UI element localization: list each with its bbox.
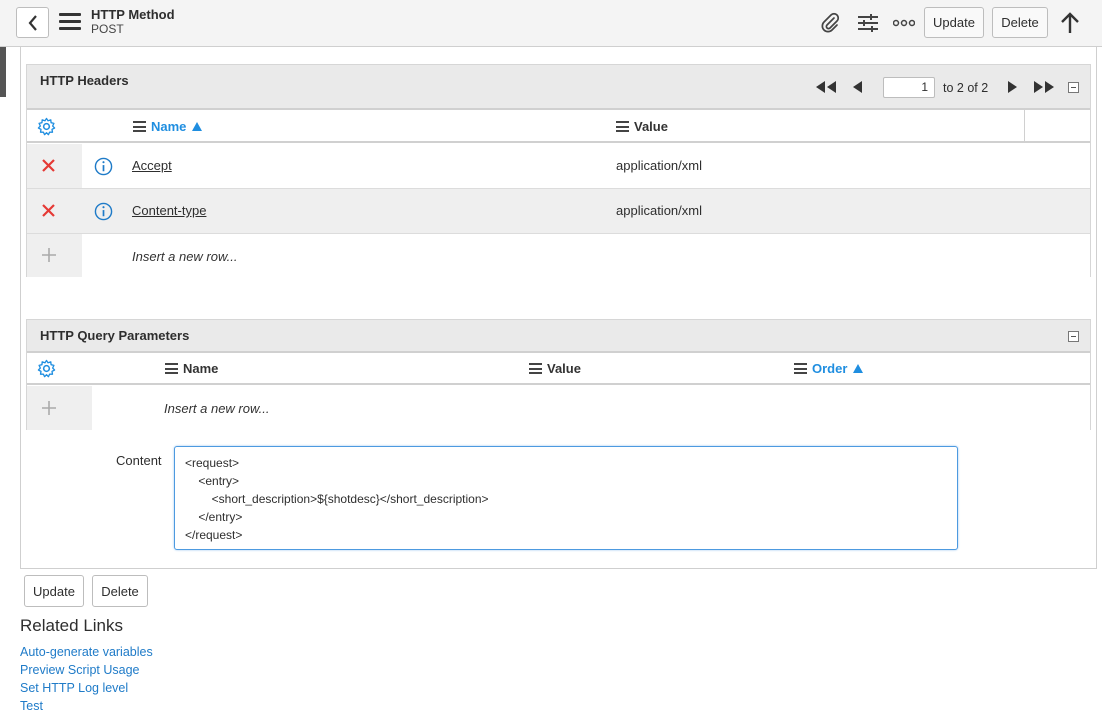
page-number-input[interactable]: 1 bbox=[883, 77, 935, 98]
http-query-parameters-list: HTTP Query Parameters Name Value Order I… bbox=[26, 319, 1091, 430]
http-headers-title: HTTP Headers bbox=[40, 73, 129, 88]
next-page-icon[interactable] bbox=[1007, 80, 1019, 97]
back-button[interactable] bbox=[16, 7, 49, 38]
header-value-cell: application/xml bbox=[616, 203, 702, 218]
related-link-set-http-log-level[interactable]: Set HTTP Log level bbox=[20, 681, 128, 695]
arrow-up-icon[interactable] bbox=[1058, 12, 1082, 34]
pager-range-text: to 2 of 2 bbox=[943, 81, 989, 95]
column-menu-icon[interactable] bbox=[616, 121, 629, 132]
header-name-link[interactable]: Content-type bbox=[132, 203, 206, 218]
query-params-column-row: Name Value Order bbox=[27, 353, 1090, 385]
table-row: Accept application/xml bbox=[27, 144, 1090, 189]
sort-ascending-icon bbox=[853, 364, 864, 373]
column-header-value[interactable]: Value bbox=[616, 119, 668, 134]
info-icon[interactable] bbox=[94, 202, 113, 224]
query-params-title: HTTP Query Parameters bbox=[40, 328, 190, 343]
column-header-name[interactable]: Name bbox=[133, 119, 203, 134]
plus-icon[interactable] bbox=[42, 248, 56, 265]
form-subtitle: POST bbox=[91, 22, 124, 36]
related-link-preview-script-usage[interactable]: Preview Script Usage bbox=[20, 663, 140, 677]
sliders-icon[interactable] bbox=[856, 12, 880, 34]
column-menu-icon[interactable] bbox=[529, 363, 542, 374]
column-header-order[interactable]: Order bbox=[794, 361, 864, 376]
content-textarea[interactable]: <request> <entry> <short_description>${s… bbox=[174, 446, 958, 550]
collapse-icon[interactable] bbox=[1068, 82, 1079, 93]
query-params-list-header: HTTP Query Parameters bbox=[27, 320, 1090, 353]
column-menu-icon[interactable] bbox=[165, 363, 178, 374]
paperclip-icon[interactable] bbox=[818, 12, 842, 34]
chevron-left-icon bbox=[28, 14, 37, 31]
column-header-name[interactable]: Name bbox=[165, 361, 218, 376]
http-headers-list: HTTP Headers 1 to 2 of 2 Name Value Acce… bbox=[26, 64, 1091, 277]
insert-new-row-text[interactable]: Insert a new row... bbox=[132, 249, 238, 264]
http-headers-list-header: HTTP Headers 1 to 2 of 2 bbox=[27, 65, 1090, 110]
delete-button[interactable]: Delete bbox=[92, 575, 148, 607]
plus-icon[interactable] bbox=[42, 401, 56, 418]
insert-new-row-text[interactable]: Insert a new row... bbox=[164, 401, 270, 416]
insert-row[interactable]: Insert a new row... bbox=[27, 234, 1090, 277]
previous-page-icon[interactable] bbox=[851, 80, 863, 97]
header-name-link[interactable]: Accept bbox=[132, 158, 172, 173]
column-header-value[interactable]: Value bbox=[529, 361, 581, 376]
update-button[interactable]: Update bbox=[24, 575, 84, 607]
gear-icon[interactable] bbox=[37, 117, 56, 139]
column-menu-icon[interactable] bbox=[794, 363, 807, 374]
column-menu-icon[interactable] bbox=[133, 121, 146, 132]
http-headers-column-row: Name Value bbox=[27, 110, 1090, 143]
header-update-button[interactable]: Update bbox=[924, 7, 984, 38]
more-options-icon[interactable] bbox=[892, 12, 916, 34]
delete-row-icon[interactable] bbox=[42, 159, 55, 175]
related-link-test[interactable]: Test bbox=[20, 699, 43, 713]
collapse-icon[interactable] bbox=[1068, 331, 1079, 342]
insert-row[interactable]: Insert a new row... bbox=[27, 386, 1090, 430]
form-title: HTTP Method bbox=[91, 7, 175, 22]
header-value-cell: application/xml bbox=[616, 158, 702, 173]
gear-icon[interactable] bbox=[37, 359, 56, 381]
sort-ascending-icon bbox=[192, 122, 203, 131]
hamburger-menu-icon[interactable] bbox=[59, 13, 81, 31]
header-delete-button[interactable]: Delete bbox=[992, 7, 1048, 38]
related-links-title: Related Links bbox=[20, 616, 124, 635]
last-page-icon[interactable] bbox=[1032, 80, 1056, 97]
info-icon[interactable] bbox=[94, 157, 113, 179]
table-row: Content-type application/xml bbox=[27, 189, 1090, 234]
first-page-icon[interactable] bbox=[814, 80, 838, 97]
form-title-block: HTTP Method POST bbox=[91, 7, 175, 36]
form-header: HTTP Method POST Update Delete bbox=[0, 0, 1102, 47]
left-edge-strip bbox=[0, 47, 6, 97]
related-link-auto-generate-variables[interactable]: Auto-generate variables bbox=[20, 645, 153, 659]
content-label: Content bbox=[116, 453, 162, 468]
delete-row-icon[interactable] bbox=[42, 204, 55, 220]
